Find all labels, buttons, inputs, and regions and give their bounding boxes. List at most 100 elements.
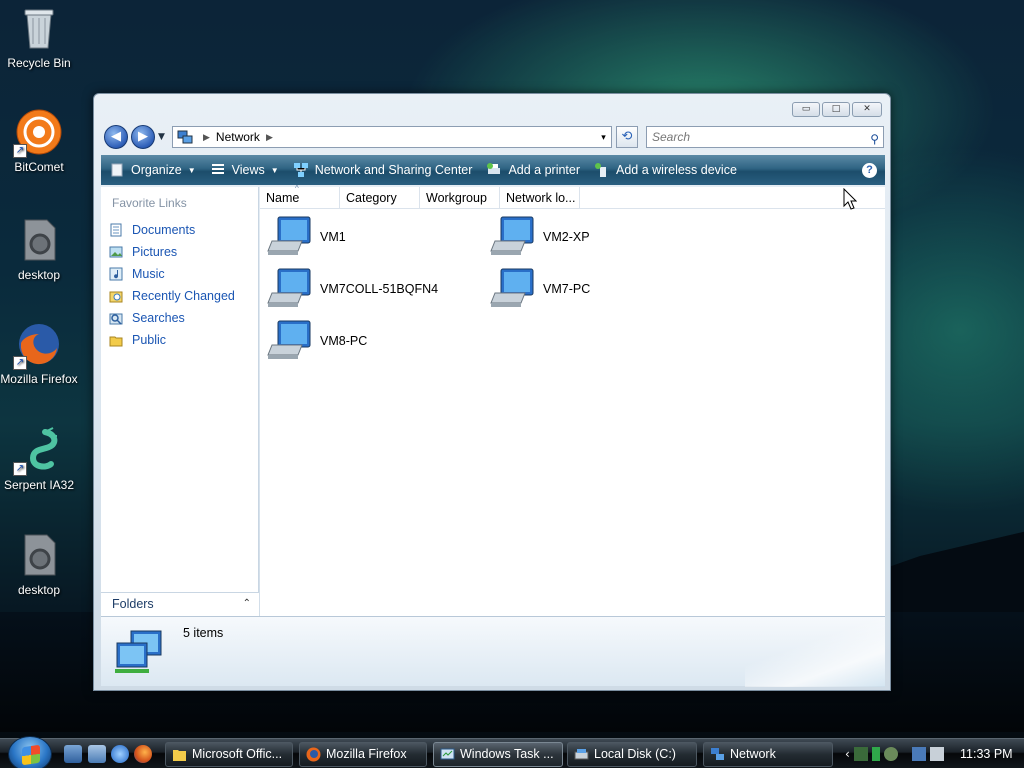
taskbar: Microsoft Offic... Mozilla Firefox Windo… — [0, 736, 1024, 768]
desktop-icon-bitcomet[interactable]: ↗ BitComet — [0, 108, 78, 175]
clock[interactable]: 11:33 PM — [960, 739, 1013, 768]
close-button[interactable]: ✕ — [852, 102, 882, 117]
column-header-label: Workgroup — [426, 191, 487, 205]
taskbar-button-office[interactable]: Microsoft Offic... — [165, 742, 293, 767]
caption-buttons: ▭ □ ✕ — [792, 102, 882, 117]
nav-link-music[interactable]: Music — [101, 263, 258, 285]
network-item-label: VM8-PC — [320, 334, 368, 348]
nav-link-recently-changed[interactable]: Recently Changed — [101, 285, 258, 307]
folders-label: Folders — [112, 597, 154, 611]
taskbar-button-label: Microsoft Offic... — [192, 747, 283, 761]
views-icon — [210, 162, 226, 178]
search-icon[interactable]: ⚲ — [870, 129, 879, 149]
desktop-icon-recycle-bin[interactable]: Recycle Bin — [0, 4, 78, 71]
search-input[interactable]: Search ⚲ — [646, 126, 884, 148]
nav-link-label: Recently Changed — [132, 289, 235, 303]
shortcut-arrow-icon: ↗ — [13, 144, 27, 158]
nav-link-pictures[interactable]: Pictures — [101, 241, 258, 263]
breadcrumb-network[interactable]: Network — [216, 130, 260, 144]
chevron-down-icon: ▼ — [187, 165, 196, 175]
address-row: ◀ ▶ ▼ ▶ Network ▶ ▾ ⟲ Search ⚲ — [102, 124, 884, 150]
chevron-up-icon[interactable]: ⌃ — [243, 593, 251, 615]
column-header-workgroup[interactable]: Workgroup — [420, 187, 500, 208]
help-icon[interactable]: ? — [862, 162, 877, 178]
tray-network-icon[interactable] — [911, 747, 926, 761]
network-item-label: VM7-PC — [543, 282, 591, 296]
nav-link-label: Music — [132, 267, 165, 281]
recent-pages-dropdown[interactable]: ▼ — [158, 132, 165, 142]
column-header-network-location[interactable]: Network lo... — [500, 187, 580, 208]
taskbar-button-local-disk[interactable]: Local Disk (C:) — [567, 742, 697, 767]
computer-icon — [266, 319, 314, 363]
nav-link-label: Searches — [132, 311, 185, 325]
favorite-links-header: Favorite Links — [112, 196, 187, 210]
network-icon — [177, 129, 193, 145]
public-folder-icon — [109, 333, 123, 347]
address-dropdown-icon[interactable]: ▾ — [595, 131, 611, 143]
minimize-button[interactable]: ▭ — [792, 102, 820, 117]
breadcrumb-separator-icon: ▶ — [203, 131, 210, 142]
folders-toggle[interactable]: Folders ⌃ — [101, 592, 259, 616]
column-header-category[interactable]: Category — [340, 187, 420, 208]
network-computer-item[interactable]: VM2-XP — [489, 215, 590, 259]
tray-battery-icon[interactable] — [871, 747, 880, 761]
column-header-name[interactable]: ^ Name — [260, 184, 340, 208]
back-button[interactable]: ◀ — [104, 125, 128, 149]
nav-link-label: Public — [132, 333, 167, 347]
taskbar-button-firefox[interactable]: Mozilla Firefox — [299, 742, 427, 767]
views-button[interactable]: Views ▼ — [210, 162, 279, 178]
tray-volume-icon[interactable] — [929, 747, 944, 761]
network-item-label: VM1 — [320, 230, 346, 244]
desktop-icon-label: Recycle Bin — [7, 56, 71, 70]
add-wireless-label: Add a wireless device — [616, 163, 737, 177]
nav-link-label: Documents — [132, 223, 196, 237]
bitcomet-icon: ↗ — [13, 108, 63, 158]
tray-users-icon[interactable] — [883, 747, 898, 761]
desktop-icon-desktop-1[interactable]: desktop — [0, 216, 78, 283]
network-computer-item[interactable]: VM7-PC — [489, 267, 590, 311]
taskbar-button-task-manager[interactable]: Windows Task ... — [433, 742, 563, 767]
computer-icon — [266, 215, 314, 259]
internet-explorer-icon[interactable] — [111, 745, 129, 763]
nav-link-documents[interactable]: Documents — [101, 219, 258, 241]
network-sharing-center-button[interactable]: Network and Sharing Center — [293, 162, 472, 178]
printer-icon — [486, 162, 502, 178]
windows-logo-icon — [22, 744, 40, 766]
network-computer-item[interactable]: VM7COLL-51BQFN4 — [266, 267, 438, 311]
tray-expand-icon[interactable]: ‹ — [845, 747, 850, 761]
desktop-icon-desktop-2[interactable]: desktop — [0, 531, 78, 598]
network-computer-item[interactable]: VM1 — [266, 215, 346, 259]
views-label: Views — [231, 163, 265, 177]
taskbar-button-network[interactable]: Network — [703, 742, 833, 767]
drive-icon — [574, 747, 589, 762]
start-button[interactable] — [8, 736, 52, 768]
switch-windows-icon[interactable] — [88, 745, 106, 763]
nav-link-searches[interactable]: Searches — [101, 307, 258, 329]
desktop-icon-firefox[interactable]: ↗ Mozilla Firefox — [0, 320, 78, 387]
tray-check-icon[interactable] — [853, 747, 868, 761]
add-printer-button[interactable]: Add a printer — [486, 162, 580, 178]
desktop-icon-serpent[interactable]: ↗ Serpent IA32 — [0, 426, 78, 493]
task-manager-icon — [440, 747, 455, 762]
firefox-quicklaunch-icon[interactable] — [134, 745, 152, 763]
nav-link-public[interactable]: Public — [101, 329, 258, 351]
desktop-shortcut-icon — [15, 531, 63, 579]
network-computer-item[interactable]: VM8-PC — [266, 319, 367, 363]
network-large-icon — [111, 629, 169, 679]
network-item-label: VM7COLL-51BQFN4 — [320, 282, 439, 296]
organize-button[interactable]: Organize ▼ — [109, 162, 196, 178]
column-header-label: Category — [346, 191, 397, 205]
desktop-icon-label: desktop — [17, 583, 61, 597]
maximize-button[interactable]: □ — [822, 102, 850, 117]
breadcrumb-separator-icon[interactable]: ▶ — [266, 132, 273, 143]
desktop-icon-label: desktop — [17, 268, 61, 282]
add-wireless-device-button[interactable]: Add a wireless device — [594, 162, 737, 178]
refresh-button[interactable]: ⟲ — [616, 126, 638, 148]
organize-label: Organize — [131, 163, 182, 177]
forward-button[interactable]: ▶ — [131, 125, 155, 149]
show-desktop-icon[interactable] — [64, 745, 82, 763]
address-bar[interactable]: ▶ Network ▶ ▾ — [172, 126, 612, 148]
office-folder-icon — [172, 747, 187, 762]
command-bar: Organize ▼ Views ▼ Network and Sharing Cen… — [101, 155, 885, 185]
decorative-swoosh — [745, 617, 885, 687]
